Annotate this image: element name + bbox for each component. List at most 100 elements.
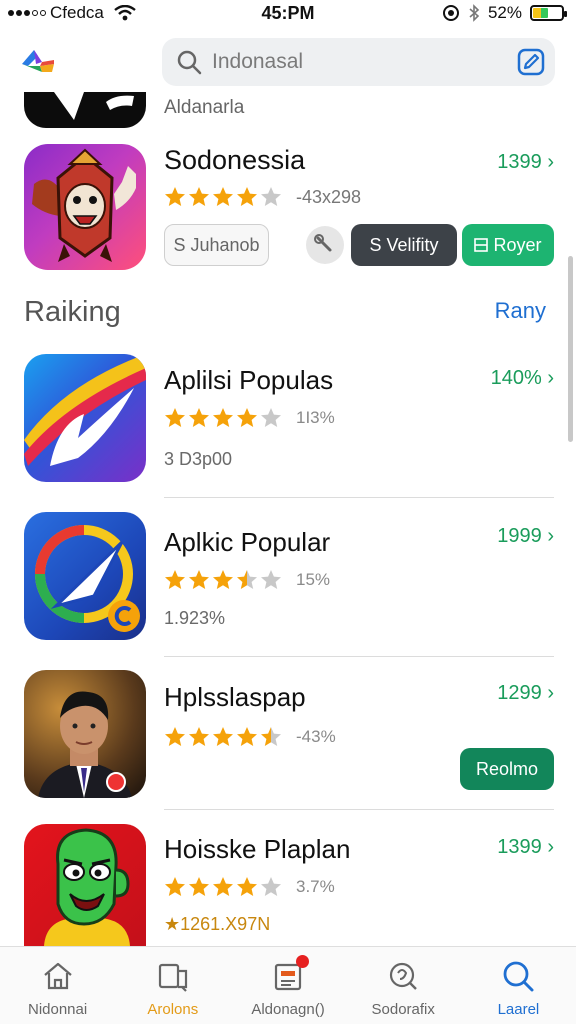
tab-label: Sodorafix bbox=[371, 1001, 435, 1018]
star-icon bbox=[237, 727, 257, 746]
tab-updates[interactable]: Aldonagn() bbox=[230, 947, 345, 1024]
app-price[interactable]: 1299 › bbox=[497, 682, 554, 705]
rating-count: 3.7% bbox=[296, 877, 335, 896]
header bbox=[0, 36, 576, 88]
wrench-icon bbox=[314, 234, 332, 252]
star-rating bbox=[164, 726, 284, 748]
search-icon bbox=[504, 961, 534, 992]
list-item[interactable]: Hplsslaspap -43% 1299 › Reolmo bbox=[0, 670, 576, 820]
list-item[interactable]: Aplkic Popular 15% 1.923% 1999 › bbox=[0, 512, 576, 662]
star-icon bbox=[165, 570, 185, 589]
list-icon bbox=[474, 238, 489, 252]
tab-home[interactable]: Nidonnai bbox=[0, 947, 115, 1024]
app-title[interactable]: Aplilsi Populas bbox=[164, 365, 333, 396]
verify-chip[interactable]: S Velifity bbox=[351, 224, 457, 266]
divider bbox=[164, 809, 554, 810]
star-icon bbox=[213, 187, 233, 206]
compose-icon[interactable] bbox=[517, 48, 545, 76]
app-subtitle: 3 D3p00 bbox=[164, 449, 233, 469]
app-title[interactable]: Hplsslaspap bbox=[164, 682, 306, 713]
star-icon bbox=[213, 877, 233, 896]
tab-search[interactable]: Laarel bbox=[461, 947, 576, 1024]
app-rating: -43% bbox=[164, 726, 336, 748]
star-rating bbox=[164, 569, 284, 591]
rating-count: 15% bbox=[296, 570, 331, 589]
category-chip[interactable]: S Juhanob bbox=[164, 224, 269, 266]
app-price[interactable]: 1999 › bbox=[497, 525, 554, 548]
star-icon bbox=[189, 877, 209, 896]
royer-chip[interactable]: Royer bbox=[462, 224, 554, 266]
star-icon bbox=[213, 727, 233, 746]
app-icon[interactable] bbox=[24, 824, 146, 946]
scrollbar[interactable] bbox=[568, 256, 573, 442]
signal-icon bbox=[8, 10, 46, 16]
filter-chip[interactable] bbox=[306, 226, 344, 264]
app-rating: 15% bbox=[164, 569, 330, 591]
notification-badge bbox=[296, 955, 310, 968]
star-icon bbox=[237, 570, 257, 589]
star-rating bbox=[164, 407, 284, 429]
wifi-icon bbox=[114, 5, 136, 21]
featured-app-icon[interactable] bbox=[24, 144, 146, 270]
partial-app-label: Aldanarla bbox=[164, 97, 245, 118]
app-price[interactable]: 1399 › bbox=[497, 836, 554, 859]
status-right: 52% bbox=[442, 3, 567, 23]
rating-count: -43% bbox=[296, 727, 336, 746]
tab-bar: Nidonnai Arolons Aldonagn() Sodorafix La… bbox=[0, 946, 576, 1024]
battery-icon bbox=[530, 5, 567, 21]
star-icon bbox=[165, 187, 185, 206]
list-item[interactable]: Aplilsi Populas 1I3% 3 D3p00 140% › bbox=[0, 354, 576, 504]
carrier-name: Cfedca bbox=[50, 3, 104, 22]
star-icon bbox=[165, 727, 185, 746]
star-icon bbox=[165, 408, 185, 427]
ranking-title: Raiking bbox=[24, 296, 121, 328]
star-icon bbox=[189, 727, 209, 746]
star-icon bbox=[261, 570, 281, 589]
tab-label: Arolons bbox=[147, 1001, 199, 1018]
rating-count: 1I3% bbox=[296, 408, 335, 427]
partial-app-icon[interactable] bbox=[24, 92, 146, 128]
discover-icon bbox=[390, 962, 418, 990]
divider bbox=[164, 656, 554, 657]
app-title[interactable]: Aplkic Popular bbox=[164, 527, 330, 558]
star-icon bbox=[165, 877, 185, 896]
royer-chip-label: Royer bbox=[493, 234, 542, 255]
status-time: 45:PM bbox=[261, 2, 315, 23]
ranking-see-all-link[interactable]: Rany bbox=[495, 298, 546, 324]
star-icon bbox=[261, 187, 281, 206]
search-bar[interactable] bbox=[162, 38, 555, 86]
app-title[interactable]: Hoisske Plaplan bbox=[164, 834, 350, 865]
star-icon bbox=[213, 408, 233, 427]
star-icon bbox=[261, 877, 281, 896]
star-icon bbox=[189, 570, 209, 589]
star-icon bbox=[189, 187, 209, 206]
search-icon bbox=[177, 50, 202, 75]
get-button[interactable]: Reolmo bbox=[460, 748, 554, 790]
app-subtitle: 1.923% bbox=[164, 608, 226, 628]
apps-icon bbox=[158, 963, 187, 992]
bluetooth-icon bbox=[469, 4, 480, 22]
tab-apps[interactable]: Arolons bbox=[115, 947, 230, 1024]
star-icon bbox=[213, 570, 233, 589]
tab-label: Aldonagn() bbox=[251, 1001, 325, 1018]
home-icon bbox=[43, 962, 72, 990]
app-icon[interactable] bbox=[24, 512, 146, 640]
star-icon bbox=[189, 408, 209, 427]
tab-discover[interactable]: Sodorafix bbox=[346, 947, 461, 1024]
app-rating: 3.7% bbox=[164, 876, 335, 898]
app-icon[interactable] bbox=[24, 670, 146, 798]
app-icon[interactable] bbox=[24, 354, 146, 482]
battery-percent: 52% bbox=[487, 3, 522, 22]
featured-rating: -43x298 bbox=[164, 186, 361, 208]
star-icon bbox=[261, 408, 281, 427]
app-logo-icon[interactable] bbox=[18, 42, 58, 82]
rating-count: -43x298 bbox=[296, 186, 362, 207]
app-price[interactable]: 140% › bbox=[491, 367, 554, 390]
featured-app-price[interactable]: 1399 › bbox=[497, 151, 554, 174]
status-left: Cfedca bbox=[8, 3, 136, 23]
star-icon bbox=[237, 877, 257, 896]
alarm-icon bbox=[442, 5, 459, 21]
search-input[interactable] bbox=[212, 50, 502, 74]
featured-app-title[interactable]: Sodonessia bbox=[164, 145, 305, 176]
tab-label: Laarel bbox=[497, 1001, 540, 1018]
